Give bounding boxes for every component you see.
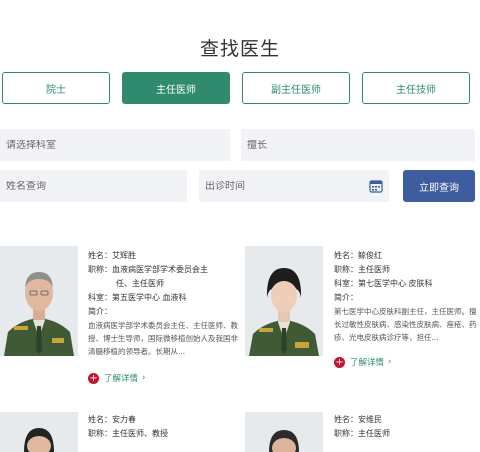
specialty-input[interactable] — [247, 139, 475, 151]
chevron-right-icon: › — [388, 357, 392, 367]
department-select[interactable] — [0, 129, 230, 161]
doctor-details-link[interactable]: + 了解详情 › — [88, 372, 145, 384]
doctor-intro: 第七医学中心皮肤科副主任，主任医师。擅长过敏性皮肤病、感染性皮肤病、痤疮、药疹、… — [334, 307, 477, 342]
doctor-intro: 血液病医学部学术委员会主任、主任医师、教授、博士生导师，国际微移植创始人及我国非… — [88, 321, 238, 356]
doctor-photo — [0, 246, 78, 356]
doctor-title: 职称：主任医师、教授 — [88, 429, 168, 438]
name-search-input[interactable] — [6, 180, 187, 192]
doctor-intro-label: 简介： — [334, 293, 358, 302]
doctor-info: 姓名：安维民 职称：主任医师 — [334, 413, 478, 441]
doctor-info: 姓名：安力春 职称：主任医师、教授 — [88, 413, 238, 441]
clinic-time-input[interactable] — [205, 180, 389, 192]
chevron-right-icon: › — [142, 373, 146, 383]
doctor-dept: 科室：第五医学中心 血液科 — [88, 293, 187, 302]
search-button[interactable]: 立即查询 — [403, 170, 475, 202]
department-input[interactable] — [6, 139, 230, 151]
plus-icon: + — [88, 372, 99, 384]
specialty-field[interactable] — [241, 129, 475, 161]
doctor-intro-label: 简介： — [88, 307, 112, 316]
plus-icon: + — [334, 356, 345, 368]
tab-chief-physician[interactable]: 主任医师 — [122, 72, 230, 104]
doctor-info: 姓名：艾辉胜 职称：血液病医学部学术委员会主 任、主任医师 科室：第五医学中心 … — [88, 249, 238, 358]
doctor-details-label: 了解详情 — [104, 374, 139, 384]
doctor-title: 职称：血液病医学部学术委员会主 — [88, 265, 208, 274]
tab-academician[interactable]: 院士 — [2, 72, 110, 104]
doctor-title: 职称：主任医师 — [334, 265, 390, 274]
doctor-title-cont: 任、主任医师 — [116, 279, 164, 288]
doctor-photo — [245, 412, 323, 452]
doctor-name: 姓名：安力春 — [88, 415, 136, 424]
doctor-name: 姓名：安维民 — [334, 415, 382, 424]
doctor-name: 姓名：鲸俊红 — [334, 251, 382, 260]
clinic-time-field[interactable] — [199, 170, 389, 202]
doctor-name: 姓名：艾辉胜 — [88, 251, 136, 260]
doctor-title: 职称：主任医师 — [334, 429, 390, 438]
doctor-photo — [245, 246, 323, 356]
doctor-details-link[interactable]: + 了解详情 › — [334, 356, 391, 368]
doctor-details-label: 了解详情 — [350, 358, 385, 368]
name-search-field[interactable] — [0, 170, 187, 202]
doctor-photo — [0, 412, 78, 452]
doctor-info: 姓名：鲸俊红 职称：主任医师 科室：第七医学中心 皮肤科 简介： 第七医学中心皮… — [334, 249, 478, 344]
tab-associate-chief-physician[interactable]: 副主任医师 — [242, 72, 350, 104]
page-title: 查找医生 — [199, 38, 280, 60]
doctor-dept: 科室：第七医学中心 皮肤科 — [334, 279, 433, 288]
calendar-icon[interactable] — [369, 179, 383, 193]
tab-chief-technician[interactable]: 主任技师 — [362, 72, 470, 104]
